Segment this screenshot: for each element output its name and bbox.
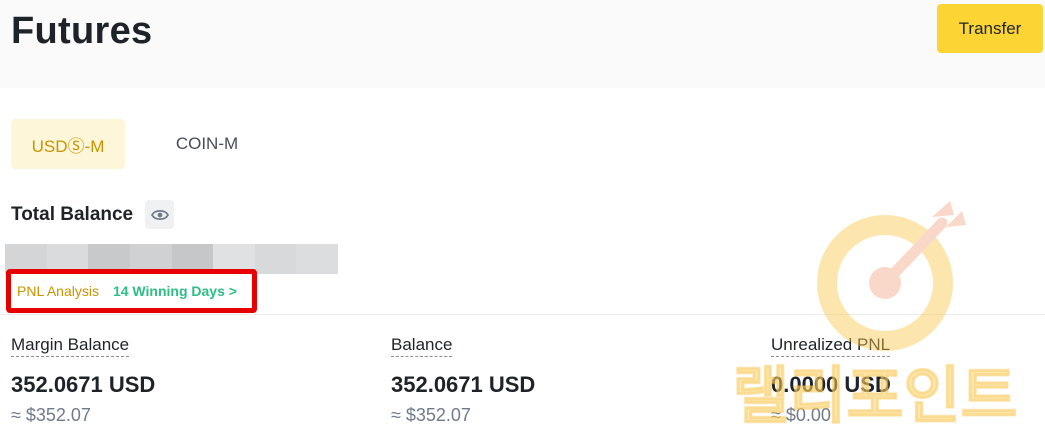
tab-label: USDⓈ-M xyxy=(31,136,105,156)
total-balance-label: Total Balance xyxy=(11,203,134,225)
stat-approx: ≈ $0.00 xyxy=(771,405,831,425)
toggle-visibility-button[interactable] xyxy=(145,200,175,229)
pnl-analysis-label: PNL Analysis xyxy=(17,283,99,299)
target-arrow-icon xyxy=(817,201,966,351)
transfer-button[interactable]: Transfer xyxy=(937,4,1043,53)
tab-label: COIN-M xyxy=(175,134,239,153)
stat-approx: ≈ $352.07 xyxy=(391,405,471,425)
stat-label[interactable]: Balance xyxy=(391,334,453,357)
margin-balance-stat: Margin Balance 352.0671 USD ≈ $352.07 xyxy=(11,334,155,427)
stat-label[interactable]: Unrealized PNL xyxy=(771,334,891,357)
stat-label[interactable]: Margin Balance xyxy=(11,334,130,357)
stat-value: 352.0671 USD xyxy=(391,372,536,397)
total-balance-row: Total Balance xyxy=(11,200,175,229)
winning-days-badge[interactable]: 14 Winning Days > xyxy=(113,283,237,299)
eye-icon xyxy=(150,209,169,220)
balance-stat: Balance 352.0671 USD ≈ $352.07 xyxy=(391,334,535,427)
unrealized-pnl-stat: Unrealized PNL 0.0000 USD ≈ $0.00 xyxy=(771,334,891,427)
page-header: Futures Transfer xyxy=(0,0,1045,88)
stat-approx: ≈ $352.07 xyxy=(11,405,91,425)
tab-usds-m[interactable]: USDⓈ-M xyxy=(11,119,125,169)
stat-value: 0.0000 USD xyxy=(771,372,891,397)
divider xyxy=(0,314,1045,315)
tab-coin-m[interactable]: COIN-M xyxy=(150,119,264,169)
page-title: Futures xyxy=(11,10,153,52)
stat-value: 352.0671 USD xyxy=(11,372,156,397)
pnl-analysis-link[interactable]: PNL Analysis 14 Winning Days > xyxy=(6,269,257,313)
